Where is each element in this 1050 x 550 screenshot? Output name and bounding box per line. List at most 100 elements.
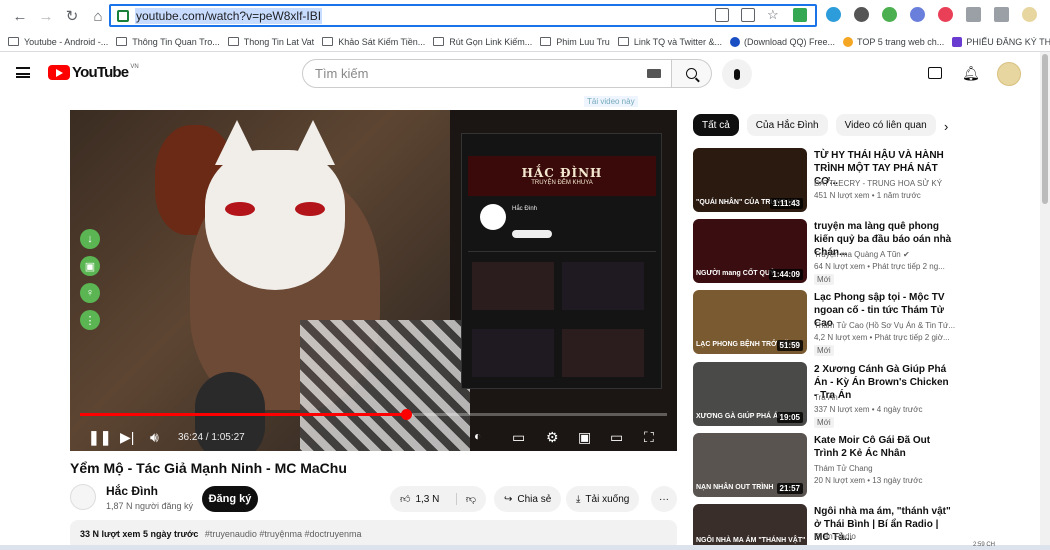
- recommendation-item[interactable]: NGƯỜI mang CỐT QUỶ 1:44:09 truyện ma làng …: [693, 219, 963, 285]
- channel-avatar[interactable]: [70, 484, 96, 510]
- notifications-bell-icon[interactable]: 🔔︎: [962, 65, 980, 81]
- recommendation-channel[interactable]: Thám Tử Chang: [814, 464, 873, 473]
- scrollbar-thumb[interactable]: [1042, 54, 1048, 204]
- recommendation-channel[interactable]: Thám Tử Cao (Hồ Sơ Vụ Án & Tin Tứ...: [814, 321, 955, 330]
- phone-subscribe-pill: [512, 230, 552, 238]
- video-thumbnail[interactable]: NGƯỜI mang CỐT QUỶ 1:44:09: [693, 219, 807, 283]
- video-thumbnail[interactable]: NGÔI NHÀ MA ÁM "THÁNH VẬT": [693, 504, 807, 550]
- search-button[interactable]: [672, 59, 712, 88]
- next-icon[interactable]: ▶|: [120, 429, 134, 446]
- bookmark-item[interactable]: Rút Gọn Link Kiếm...: [433, 37, 532, 47]
- download-button[interactable]: ⤓ Tải xuống: [566, 486, 640, 512]
- download-overlay-icon[interactable]: ↓: [80, 229, 100, 249]
- bookmark-item[interactable]: Thông Tin Quan Tro...: [116, 37, 220, 47]
- install-icon[interactable]: [715, 8, 729, 22]
- theater-mode-icon[interactable]: ▭: [610, 429, 623, 446]
- chip-related[interactable]: Video có liên quan: [835, 114, 936, 136]
- scrollbar[interactable]: [1040, 52, 1050, 550]
- picture-in-picture-overlay-icon[interactable]: ▣: [80, 256, 100, 276]
- subtitles-icon[interactable]: ▭: [512, 429, 525, 446]
- avatar[interactable]: [997, 62, 1021, 86]
- subscribe-button[interactable]: Đăng ký: [202, 486, 258, 512]
- chip-channel[interactable]: Của Hắc Đình: [746, 114, 828, 136]
- channel-name[interactable]: Hắc Đình: [106, 484, 158, 498]
- bookmark-item[interactable]: Phim Luu Tru: [540, 37, 610, 47]
- forward-icon[interactable]: →: [35, 5, 57, 27]
- recommendation-item[interactable]: "QUÁI NHÂN" CỦA TRUNG HO 1:11:43 TỪ HY THÁ…: [693, 148, 963, 214]
- hashtags[interactable]: #truyenaudio #truyệnma #doctruyenma: [205, 529, 362, 539]
- ext-icon-4[interactable]: [910, 7, 925, 22]
- like-icon[interactable]: 👍︎: [400, 493, 410, 505]
- video-player[interactable]: HẮC ĐÌNH TRUYỆN ĐÊM KHUYA Hắc Đình ↓ ▣ ♀…: [70, 110, 677, 451]
- phone-tabs: [468, 244, 656, 252]
- channel-banner: HẮC ĐÌNH TRUYỆN ĐÊM KHUYA: [468, 156, 656, 196]
- progress-bar[interactable]: [80, 409, 667, 420]
- bookmark-item[interactable]: TOP 5 trang web ch...: [843, 36, 944, 47]
- subscriber-count: 1,87 N người đăng ký: [106, 501, 193, 511]
- url-text[interactable]: youtube.com/watch?v=peW8xlf-IBI: [135, 7, 323, 24]
- recommendation-meta: 451 N lượt xem • 1 năm trước: [814, 191, 921, 200]
- folder-icon: [116, 37, 128, 46]
- recommendation-item[interactable]: LẠC PHONG BỆNH TRỞ NẶNG 51:59 Lạc Phong sậ…: [693, 290, 963, 356]
- voice-search-button[interactable]: [722, 59, 752, 89]
- create-video-icon[interactable]: [928, 67, 942, 79]
- bookmark-item[interactable]: Link TQ và Twitter &...: [617, 37, 722, 47]
- chip-all[interactable]: Tất cả: [693, 114, 739, 136]
- recommendation-channel[interactable]: BATTLECRY - TRUNG HOA SỬ KÝ: [814, 179, 942, 188]
- share-page-icon[interactable]: [741, 8, 755, 22]
- mic-icon: [734, 68, 740, 80]
- recommendation-channel[interactable]: Truyện ma Quàng A Tũn ✔: [814, 250, 910, 259]
- settings-gear-icon[interactable]: ⚙: [546, 429, 559, 446]
- bookmark-item[interactable]: Thong Tin Lat Vat: [227, 37, 314, 47]
- address-bar[interactable]: youtube.com/watch?v=peW8xlf-IBI ☆: [109, 4, 817, 27]
- miniplayer-icon[interactable]: ▣: [578, 429, 591, 446]
- search-icon: [686, 68, 697, 79]
- home-icon[interactable]: ⌂: [87, 5, 109, 27]
- video-thumbnail[interactable]: NẠN NHÂN OUT TRÌNH 21:57: [693, 433, 807, 497]
- video-thumbnail[interactable]: "QUÁI NHÂN" CỦA TRUNG HO 1:11:43: [693, 148, 807, 212]
- recommendation-channel[interactable]: Bí ẩn Radio: [814, 532, 856, 541]
- bookmark-item[interactable]: Khảo Sát Kiếm Tiền...: [322, 37, 425, 47]
- reading-list-icon[interactable]: [994, 7, 1009, 22]
- menu-icon[interactable]: [16, 67, 30, 78]
- video-thumbnail[interactable]: LẠC PHONG BỆNH TRỞ NẶNG 51:59: [693, 290, 807, 354]
- duration-badge: 19:05: [776, 412, 803, 423]
- recommendation-channel[interactable]: Tra Án: [814, 393, 838, 402]
- share-button[interactable]: ↪ Chia sẻ: [494, 486, 562, 512]
- recommendation-item[interactable]: NGÔI NHÀ MA ÁM "THÁNH VẬT" Ngôi nhà ma ám…: [693, 504, 963, 550]
- dislike-icon[interactable]: 👎︎: [455, 493, 476, 505]
- more-actions-button[interactable]: ···: [651, 486, 677, 512]
- video-thumbnail[interactable]: XƯƠNG GÀ GIÚP PHÁ ÁN 19:05: [693, 362, 807, 426]
- fullscreen-icon[interactable]: ⛶: [644, 429, 654, 446]
- youtube-logo[interactable]: YouTube VN: [48, 64, 139, 81]
- ad-download-tag[interactable]: Tải video này: [584, 96, 638, 107]
- bookmark-item[interactable]: Youtube - Android -...: [8, 37, 108, 47]
- autoplay-toggle-icon[interactable]: ◐: [474, 429, 481, 443]
- chips-next-icon[interactable]: ›: [944, 119, 948, 134]
- profile-avatar-icon[interactable]: [1022, 7, 1037, 22]
- pause-icon[interactable]: ❚❚: [88, 429, 111, 446]
- ext-icon-1[interactable]: [826, 7, 841, 22]
- folder-icon: [8, 37, 19, 46]
- like-count[interactable]: 1,3 N: [415, 494, 439, 505]
- recommendation-item[interactable]: NẠN NHÂN OUT TRÌNH 21:57 Kate Moir Cô Gái …: [693, 433, 963, 499]
- bookmark-star-icon[interactable]: ☆: [767, 8, 781, 22]
- recommendation-title[interactable]: Kate Moir Cô Gái Đã Out Trình 2 Kẻ Ác Nh…: [814, 434, 954, 460]
- more-overlay-icon[interactable]: ⋮: [80, 310, 100, 330]
- download-ext-icon[interactable]: [793, 8, 807, 22]
- extensions-puzzle-icon[interactable]: [966, 7, 981, 22]
- ext-icon-2[interactable]: [854, 7, 869, 22]
- recommendation-item[interactable]: XƯƠNG GÀ GIÚP PHÁ ÁN 19:05 2 Xương Cánh Gà…: [693, 362, 963, 428]
- bookmark-item[interactable]: (Download QQ) Free...: [730, 36, 835, 47]
- bookmark-item[interactable]: PHIẾU ĐĂNG KÝ TH...: [952, 36, 1050, 47]
- reload-icon[interactable]: ↻: [61, 5, 83, 27]
- search-input[interactable]: Tìm kiếm: [302, 59, 672, 88]
- volume-icon[interactable]: 🔊︎: [150, 429, 159, 446]
- ext-icon-5[interactable]: [938, 7, 953, 22]
- phone-thumb: [562, 329, 644, 377]
- back-icon[interactable]: ←: [9, 5, 31, 27]
- download-icon: ⤓: [576, 493, 581, 505]
- ext-icon-3[interactable]: [882, 7, 897, 22]
- idea-overlay-icon[interactable]: ♀: [80, 283, 100, 303]
- keyboard-icon[interactable]: [647, 69, 661, 78]
